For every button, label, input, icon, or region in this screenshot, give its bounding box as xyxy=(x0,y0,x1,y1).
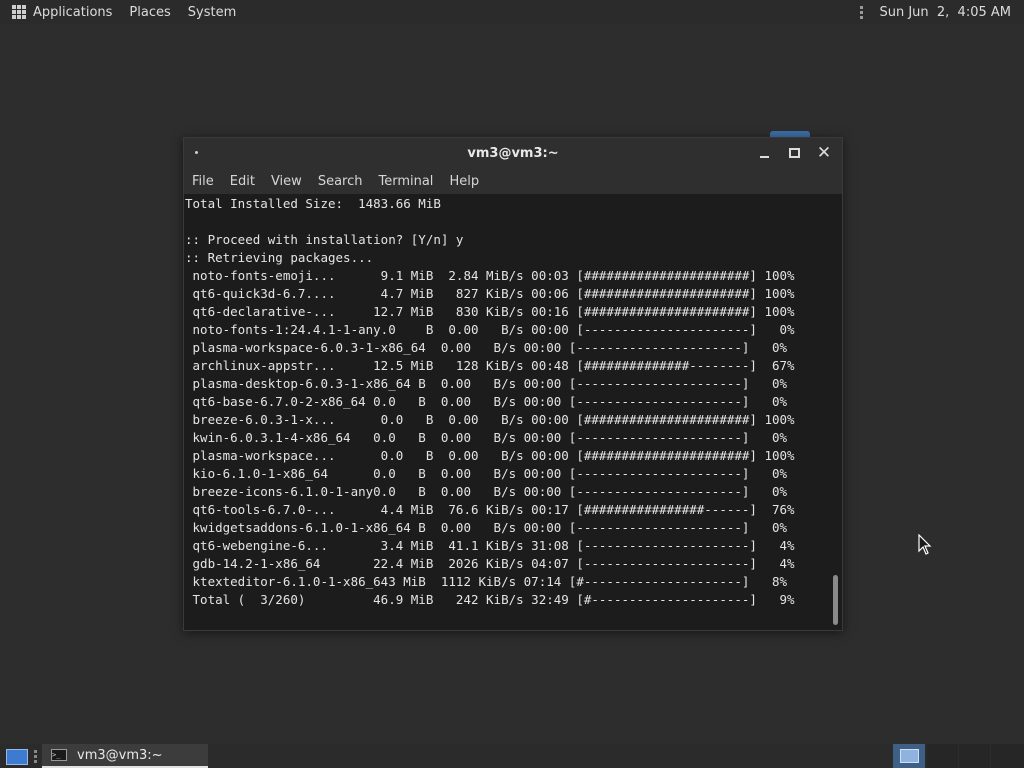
minimize-icon xyxy=(759,156,769,158)
terminal-line: :: Proceed with installation? [Y/n] y xyxy=(185,232,464,247)
minimize-button[interactable] xyxy=(752,144,776,162)
bottom-panel: >_ vm3@vm3:~ xyxy=(0,744,1024,768)
terminal-line: plasma-workspace-6.0.3-1-x86_64 0.00 B/s… xyxy=(185,340,788,355)
terminal-line: noto-fonts-1:24.4.1-1-any.0 B 0.00 B/s 0… xyxy=(185,322,795,337)
terminal-window: vm3@vm3:~ ✕ File Edit View Search Termin… xyxy=(183,137,843,631)
terminal-line: kio-6.1.0-1-x86_64 0.0 B 0.00 B/s 00:00 … xyxy=(185,466,788,481)
maximize-icon xyxy=(788,148,800,158)
app-grid-icon xyxy=(12,5,26,19)
workspace-2[interactable] xyxy=(927,744,958,768)
menu-search[interactable]: Search xyxy=(318,174,363,189)
menu-view[interactable]: View xyxy=(271,174,302,189)
system-menu[interactable]: System xyxy=(188,5,236,20)
applications-menu-label[interactable]: Applications xyxy=(33,5,112,20)
panel-handle-icon[interactable] xyxy=(860,5,864,19)
maximize-button[interactable] xyxy=(782,144,806,162)
window-titlebar[interactable]: vm3@vm3:~ ✕ xyxy=(184,138,842,168)
terminal-scrollbar[interactable] xyxy=(833,575,838,625)
terminal-line: plasma-workspace... 0.0 B 0.00 B/s 00:00… xyxy=(185,448,795,463)
taskbar-item-terminal[interactable]: >_ vm3@vm3:~ xyxy=(42,744,208,768)
mouse-cursor-icon xyxy=(918,534,932,555)
clock[interactable]: Sun Jun 2, 4:05 AM xyxy=(879,5,1011,20)
close-button[interactable]: ✕ xyxy=(812,144,836,162)
terminal-output[interactable]: Total Installed Size: 1483.66 MiB:: Proc… xyxy=(184,195,829,627)
terminal-line: Total ( 3/260) 46.9 MiB 242 KiB/s 32:49 … xyxy=(185,592,795,607)
terminal-line: breeze-icons-6.1.0-1-any0.0 B 0.00 B/s 0… xyxy=(185,484,788,499)
terminal-line: breeze-6.0.3-1-x... 0.0 B 0.00 B/s 00:00… xyxy=(185,412,795,427)
menu-terminal[interactable]: Terminal xyxy=(378,174,433,189)
terminal-line: qt6-webengine-6... 3.4 MiB 41.1 KiB/s 31… xyxy=(185,538,795,553)
terminal-line: qt6-base-6.7.0-2-x86_64 0.0 B 0.00 B/s 0… xyxy=(185,394,788,409)
workspace-1[interactable] xyxy=(893,744,925,768)
terminal-line: Total Installed Size: 1483.66 MiB xyxy=(185,196,441,211)
terminal-line: qt6-quick3d-6.7.... 4.7 MiB 827 KiB/s 00… xyxy=(185,286,795,301)
places-menu[interactable]: Places xyxy=(129,5,170,20)
window-title: vm3@vm3:~ xyxy=(467,145,559,161)
terminal-line: noto-fonts-emoji... 9.1 MiB 2.84 MiB/s 0… xyxy=(185,268,795,283)
applications-menu[interactable]: Applications xyxy=(12,5,129,20)
menu-file[interactable]: File xyxy=(192,174,214,189)
terminal-line: kwin-6.0.3.1-4-x86_64 0.0 B 0.00 B/s 00:… xyxy=(185,430,788,445)
terminal-line: plasma-desktop-6.0.3-1-x86_64 B 0.00 B/s… xyxy=(185,376,788,391)
workspace-4[interactable] xyxy=(991,744,1024,768)
taskbar-item-label: vm3@vm3:~ xyxy=(77,747,163,763)
terminal-line: qt6-declarative-... 12.7 MiB 830 KiB/s 0… xyxy=(185,304,795,319)
terminal-line: archlinux-appstr... 12.5 MiB 128 KiB/s 0… xyxy=(185,358,795,373)
panel-handle-icon[interactable] xyxy=(34,750,37,763)
window-menubar: File Edit View Search Terminal Help xyxy=(184,168,842,194)
top-panel: Applications Places System Sun Jun 2, 4:… xyxy=(0,0,1024,24)
terminal-line: ktexteditor-6.1.0-1-x86_643 MiB 1112 KiB… xyxy=(185,574,788,589)
terminal-line: kwidgetsaddons-6.1.0-1-x86_64 B 0.00 B/s… xyxy=(185,520,788,535)
terminal-icon: >_ xyxy=(51,749,67,761)
show-desktop-icon[interactable] xyxy=(6,749,28,765)
close-icon: ✕ xyxy=(816,142,832,163)
window-menu-icon[interactable] xyxy=(195,151,198,154)
terminal-line: gdb-14.2-1-x86_64 22.4 MiB 2026 KiB/s 04… xyxy=(185,556,795,571)
menu-help[interactable]: Help xyxy=(449,174,479,189)
workspace-3[interactable] xyxy=(959,744,990,768)
terminal-line: qt6-tools-6.7.0-... 4.4 MiB 76.6 KiB/s 0… xyxy=(185,502,795,517)
terminal-line: :: Retrieving packages... xyxy=(185,250,374,265)
menu-edit[interactable]: Edit xyxy=(230,174,255,189)
